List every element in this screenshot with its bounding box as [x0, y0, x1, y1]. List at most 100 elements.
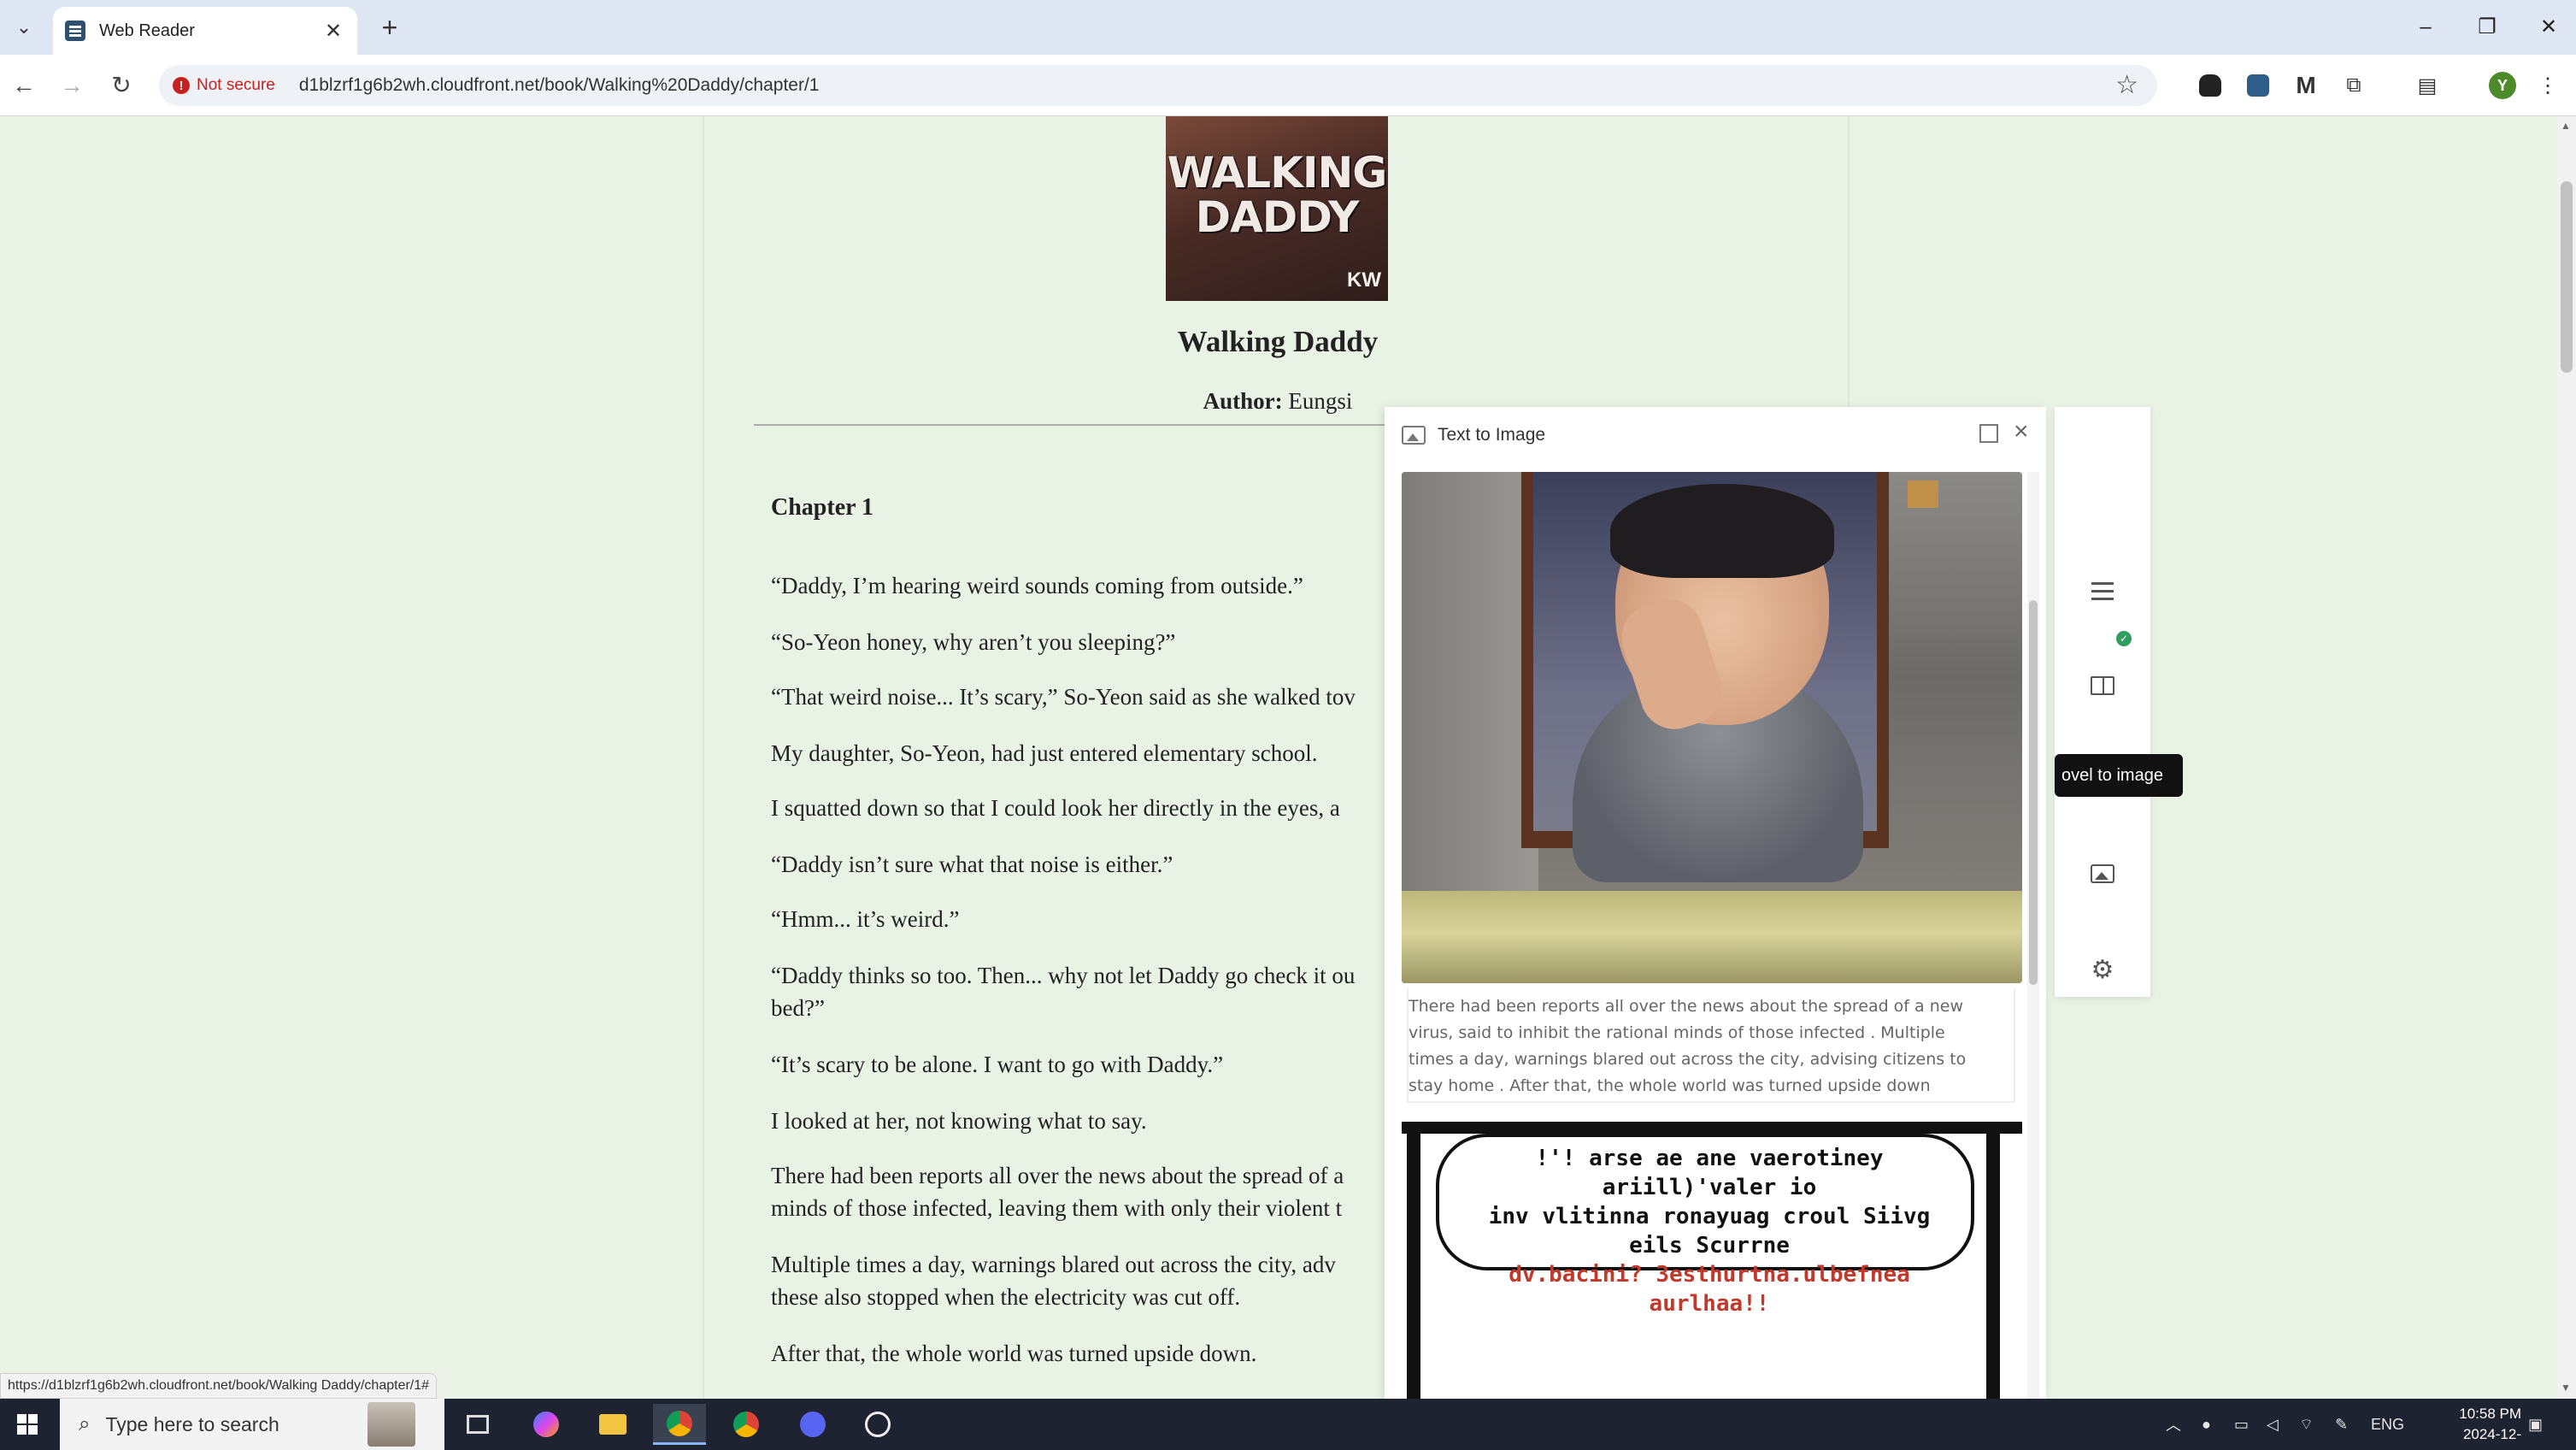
- minimize-window-icon[interactable]: –: [2408, 12, 2443, 43]
- url-text[interactable]: d1blzrf1g6b2wh.cloudfront.net/book/Walki…: [299, 75, 820, 96]
- cover-publisher-badge: KW: [1347, 268, 1381, 292]
- extension-m-icon[interactable]: M: [2289, 68, 2323, 103]
- extension-blue-icon[interactable]: [2241, 68, 2275, 103]
- cover-title: WALKING DADDY: [1167, 148, 1388, 242]
- browser-tab-web-reader[interactable]: Web Reader ✕: [53, 7, 357, 55]
- chapter-title: Chapter 1: [771, 494, 874, 521]
- comic-border-left: [1407, 1122, 1420, 1399]
- novel-to-image-tooltip: ovel to image: [2055, 754, 2183, 797]
- taskbar-search-box[interactable]: ⌕ Type here to search: [60, 1399, 444, 1450]
- image-frame-detail: [1908, 480, 1938, 508]
- side-panel-icon[interactable]: ▤: [2410, 68, 2444, 103]
- restore-window-icon[interactable]: ❐: [2470, 12, 2504, 43]
- search-placeholder: Type here to search: [105, 1412, 279, 1435]
- tray-mic-icon[interactable]: ●: [2202, 1399, 2211, 1450]
- chrome-profile-app-icon[interactable]: [720, 1404, 773, 1445]
- profile-avatar[interactable]: Y: [2485, 68, 2520, 103]
- page-scrollbar[interactable]: ▲ ▼: [2557, 116, 2576, 1399]
- tray-volume-icon[interactable]: ◁: [2267, 1399, 2279, 1450]
- paragraph: “So-Yeon honey, why aren’t you sleeping?…: [771, 629, 1176, 655]
- extension-ghost-icon[interactable]: [2193, 68, 2227, 103]
- system-clock[interactable]: 10:58 PM 2024-12-: [2419, 1404, 2521, 1445]
- not-secure-label[interactable]: Not secure: [197, 76, 275, 95]
- settings-gear-icon[interactable]: ⚙: [2080, 947, 2125, 992]
- tab-search-chevron-icon[interactable]: ⌄: [9, 12, 39, 43]
- maximize-panel-icon[interactable]: [1979, 424, 1998, 443]
- file-explorer-icon[interactable]: [586, 1404, 639, 1445]
- paragraph: I looked at her, not knowing what to say…: [771, 1108, 1147, 1134]
- tray-overflow-icon[interactable]: ︿: [2166, 1399, 2181, 1450]
- image-window-ledge: [1402, 891, 2022, 983]
- windows-taskbar: ⌕ Type here to search ︿ ● ▭ ◁ ⌔ ✎ ENG 10…: [0, 1399, 2576, 1450]
- tab-favicon-icon: [65, 21, 85, 41]
- paragraph-continued: these also stopped when the electricity …: [771, 1284, 1241, 1310]
- image-caption: There had been reports all over the news…: [1407, 988, 2015, 1103]
- paragraph: “That weird noise... It’s scary,” So-Yeo…: [771, 684, 1356, 710]
- tray-wifi-icon[interactable]: ⌔: [2299, 1399, 2314, 1450]
- caption-line: times a day, warnings blared out across …: [1409, 1050, 1967, 1069]
- task-view-icon[interactable]: [451, 1404, 504, 1445]
- back-arrow-icon[interactable]: ←: [7, 70, 41, 101]
- browser-tab-strip: ⌄ Web Reader ✕ + – ❐ ✕: [0, 0, 2576, 55]
- text-to-image-panel: Text to Image × There had been reports a…: [1385, 407, 2046, 1399]
- extensions-puzzle-icon[interactable]: ⧉: [2337, 68, 2371, 103]
- paragraph: There had been reports all over the news…: [771, 1163, 1344, 1188]
- language-indicator[interactable]: ENG: [2371, 1399, 2404, 1450]
- browser-toolbar: ← → ↻ ! Not secure d1blzrf1g6b2wh.cloudf…: [0, 55, 2576, 116]
- search-highlight-image: [368, 1402, 415, 1447]
- paragraph: My daughter, So-Yeon, had just entered e…: [771, 740, 1318, 766]
- link-status-bubble: https://d1blzrf1g6b2wh.cloudfront.net/bo…: [0, 1373, 438, 1399]
- panel-header: Text to Image: [1385, 407, 2046, 463]
- not-secure-warning-icon: !: [173, 77, 190, 94]
- page-scrollbar-thumb[interactable]: [2561, 181, 2573, 373]
- caption-line: There had been reports all over the news…: [1409, 997, 1963, 1016]
- comic-line: inv vlitinna ronayuag croul Siivg eils S…: [1488, 1204, 1931, 1258]
- notification-icon[interactable]: ▣: [2528, 1399, 2543, 1450]
- check-badge-icon: ✓: [2116, 631, 2132, 646]
- open-book-icon[interactable]: [2080, 663, 2125, 708]
- comic-line: !'! arse ae ane vaerotiney ariill)'valer…: [1535, 1146, 1884, 1200]
- author-label: Author:: [1203, 388, 1283, 414]
- reload-icon[interactable]: ↻: [104, 70, 138, 101]
- book-cover-image: WALKING DADDY KW: [1166, 116, 1388, 301]
- chrome-app-icon[interactable]: [653, 1404, 706, 1445]
- avatar-letter: Y: [2489, 72, 2516, 99]
- paragraph: “Daddy, I’m hearing weird sounds coming …: [771, 573, 1303, 598]
- panel-scrollbar-thumb[interactable]: [2029, 600, 2038, 985]
- media-player-icon[interactable]: [851, 1404, 904, 1445]
- tab-close-icon[interactable]: ✕: [321, 19, 345, 44]
- paragraph: “Daddy isn’t sure what that noise is eit…: [771, 852, 1173, 877]
- paragraph: “Daddy thinks so too. Then... why not le…: [771, 963, 1356, 988]
- new-tab-button[interactable]: +: [374, 12, 405, 43]
- paragraph: “Hmm... it’s weird.”: [771, 906, 960, 932]
- image-child-hair: [1610, 484, 1834, 578]
- generated-image[interactable]: [1402, 472, 2022, 983]
- comic-line: dv.bacini? 3esthurtna.ulbefnea aurlhaa!!: [1509, 1262, 1910, 1317]
- discord-app-icon[interactable]: [786, 1404, 839, 1445]
- scroll-up-arrow-icon[interactable]: ▲: [2561, 120, 2571, 132]
- paragraph-continued: bed?”: [771, 995, 825, 1021]
- paragraph: After that, the whole world was turned u…: [771, 1341, 1257, 1366]
- close-panel-icon[interactable]: ×: [2014, 417, 2029, 446]
- copilot-icon[interactable]: [520, 1404, 573, 1445]
- generated-comic-image[interactable]: !'! arse ae ane vaerotiney ariill)'valer…: [1402, 1122, 2022, 1399]
- windows-logo-icon: [17, 1414, 38, 1435]
- panel-title: Text to Image: [1438, 425, 1546, 445]
- tray-pen-icon[interactable]: ✎: [2335, 1399, 2348, 1450]
- book-title: Walking Daddy: [1177, 325, 1379, 358]
- close-window-icon[interactable]: ✕: [2532, 12, 2566, 43]
- clock-date: 2024-12-: [2462, 1426, 2521, 1442]
- forward-arrow-icon[interactable]: →: [55, 70, 89, 101]
- table-of-contents-icon[interactable]: [2080, 569, 2125, 614]
- start-button[interactable]: [0, 1399, 55, 1450]
- bookmark-star-icon[interactable]: ☆: [2115, 70, 2138, 100]
- panel-scrollbar[interactable]: [2027, 472, 2039, 1399]
- image-gallery-icon[interactable]: [2080, 852, 2125, 896]
- tab-title: Web Reader: [99, 21, 195, 40]
- clock-time: 10:58 PM: [2459, 1406, 2521, 1422]
- scroll-down-arrow-icon[interactable]: ▼: [2561, 1382, 2571, 1394]
- browser-menu-icon[interactable]: ⋮: [2535, 68, 2561, 103]
- caption-line: stay home . After that, the whole world …: [1409, 1076, 1931, 1095]
- address-bar[interactable]: ! Not secure d1blzrf1g6b2wh.cloudfront.n…: [159, 65, 2157, 106]
- tray-network-icon[interactable]: ▭: [2234, 1399, 2249, 1450]
